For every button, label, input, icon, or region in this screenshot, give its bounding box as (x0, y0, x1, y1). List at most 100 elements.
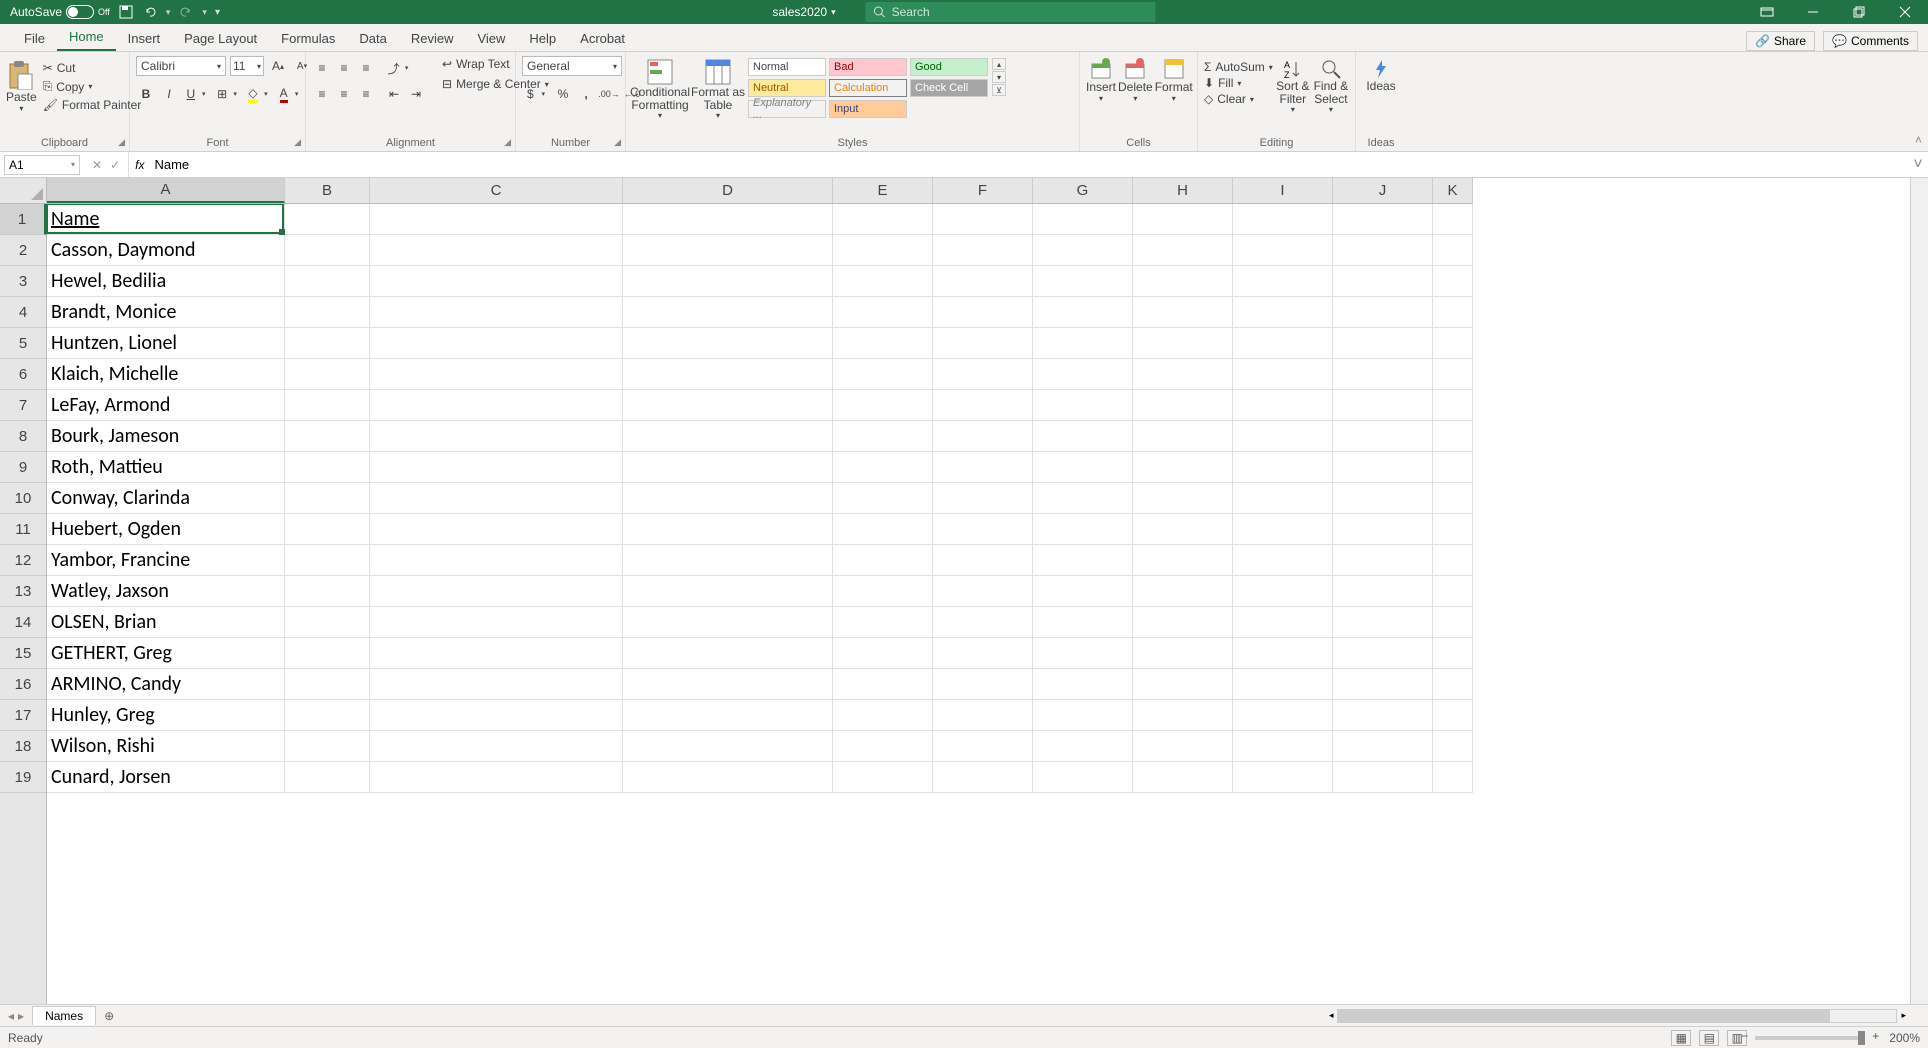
cell-C19[interactable] (370, 762, 623, 793)
cell-B12[interactable] (285, 545, 370, 576)
increase-decimal-icon[interactable]: .00→ (599, 84, 619, 104)
cell-F17[interactable] (933, 700, 1033, 731)
autosave-toggle[interactable]: AutoSave Off (10, 5, 110, 19)
cell-G10[interactable] (1033, 483, 1133, 514)
cell-G2[interactable] (1033, 235, 1133, 266)
cell-I2[interactable] (1233, 235, 1333, 266)
align-top-icon[interactable]: ≡ (312, 58, 332, 78)
cell-C1[interactable] (370, 204, 623, 235)
cells-area[interactable]: NameCasson, DaymondHewel, BediliaBrandt,… (47, 204, 1910, 1004)
cell-H16[interactable] (1133, 669, 1233, 700)
cell-B6[interactable] (285, 359, 370, 390)
cell-D12[interactable] (623, 545, 833, 576)
tab-insert[interactable]: Insert (116, 26, 173, 51)
cell-C9[interactable] (370, 452, 623, 483)
sheet-tab-names[interactable]: Names (32, 1006, 96, 1025)
cell-K15[interactable] (1433, 638, 1473, 669)
comments-button[interactable]: 💬 Comments (1823, 31, 1918, 51)
style-gallery-scroll[interactable]: ▴ ▾ ⊻ (992, 58, 1006, 97)
column-header-K[interactable]: K (1433, 178, 1473, 203)
share-button[interactable]: 🔗 Share (1746, 31, 1815, 51)
cell-A17[interactable]: Hunley, Greg (47, 700, 285, 731)
cell-D6[interactable] (623, 359, 833, 390)
cell-H17[interactable] (1133, 700, 1233, 731)
cell-F6[interactable] (933, 359, 1033, 390)
conditional-formatting-button[interactable]: Conditional Formatting▾ (632, 56, 688, 121)
tab-help[interactable]: Help (517, 26, 568, 51)
style-calculation[interactable]: Calculation (829, 79, 907, 97)
cell-I18[interactable] (1233, 731, 1333, 762)
cell-J5[interactable] (1333, 328, 1433, 359)
hscroll-right-icon[interactable]: ▸ (1897, 1010, 1910, 1021)
row-header-16[interactable]: 16 (0, 669, 46, 700)
cell-D2[interactable] (623, 235, 833, 266)
zoom-level[interactable]: 200% (1889, 1031, 1920, 1045)
cell-G11[interactable] (1033, 514, 1133, 545)
scroll-down-icon[interactable]: ▾ (992, 71, 1006, 83)
cell-C12[interactable] (370, 545, 623, 576)
cell-E1[interactable] (833, 204, 933, 235)
cell-B11[interactable] (285, 514, 370, 545)
cell-G7[interactable] (1033, 390, 1133, 421)
column-header-F[interactable]: F (933, 178, 1033, 203)
tab-review[interactable]: Review (399, 26, 466, 51)
cell-J1[interactable] (1333, 204, 1433, 235)
cell-H11[interactable] (1133, 514, 1233, 545)
row-header-19[interactable]: 19 (0, 762, 46, 793)
cell-D13[interactable] (623, 576, 833, 607)
cell-B9[interactable] (285, 452, 370, 483)
cell-E14[interactable] (833, 607, 933, 638)
cell-H4[interactable] (1133, 297, 1233, 328)
cell-J11[interactable] (1333, 514, 1433, 545)
cell-H5[interactable] (1133, 328, 1233, 359)
cell-J8[interactable] (1333, 421, 1433, 452)
cell-A12[interactable]: Yambor, Francine (47, 545, 285, 576)
cell-E5[interactable] (833, 328, 933, 359)
cell-J19[interactable] (1333, 762, 1433, 793)
cell-D3[interactable] (623, 266, 833, 297)
cell-E13[interactable] (833, 576, 933, 607)
delete-cells-button[interactable]: Delete▾ (1118, 56, 1153, 103)
cell-K1[interactable] (1433, 204, 1473, 235)
cell-J6[interactable] (1333, 359, 1433, 390)
cell-E9[interactable] (833, 452, 933, 483)
cell-E15[interactable] (833, 638, 933, 669)
column-header-C[interactable]: C (370, 178, 623, 203)
cell-C6[interactable] (370, 359, 623, 390)
cell-A8[interactable]: Bourk, Jameson (47, 421, 285, 452)
cell-B13[interactable] (285, 576, 370, 607)
cell-E12[interactable] (833, 545, 933, 576)
cell-K12[interactable] (1433, 545, 1473, 576)
cell-B7[interactable] (285, 390, 370, 421)
cell-B3[interactable] (285, 266, 370, 297)
horizontal-scrollbar[interactable] (1337, 1009, 1897, 1023)
row-header-5[interactable]: 5 (0, 328, 46, 359)
tab-home[interactable]: Home (57, 24, 116, 51)
cell-E3[interactable] (833, 266, 933, 297)
normal-view-icon[interactable]: ▦ (1671, 1030, 1691, 1046)
cell-G6[interactable] (1033, 359, 1133, 390)
cell-E2[interactable] (833, 235, 933, 266)
italic-button[interactable]: I (159, 84, 179, 104)
tab-formulas[interactable]: Formulas (269, 26, 347, 51)
tab-data[interactable]: Data (347, 26, 398, 51)
cell-D16[interactable] (623, 669, 833, 700)
cell-K4[interactable] (1433, 297, 1473, 328)
row-header-11[interactable]: 11 (0, 514, 46, 545)
cell-I6[interactable] (1233, 359, 1333, 390)
comma-button[interactable]: , (576, 84, 596, 104)
orientation-button[interactable]: ⤴▾ (384, 58, 412, 78)
cell-K3[interactable] (1433, 266, 1473, 297)
cell-H8[interactable] (1133, 421, 1233, 452)
cell-I8[interactable] (1233, 421, 1333, 452)
accounting-button[interactable]: $▾ (522, 84, 550, 104)
cell-G13[interactable] (1033, 576, 1133, 607)
cell-H15[interactable] (1133, 638, 1233, 669)
alignment-launcher-icon[interactable]: ◢ (504, 137, 511, 148)
style-explanatory[interactable]: Explanatory ... (748, 100, 826, 118)
cell-A11[interactable]: Huebert, Ogden (47, 514, 285, 545)
tab-view[interactable]: View (465, 26, 517, 51)
border-button[interactable]: ⊞▾ (213, 84, 241, 104)
cell-J13[interactable] (1333, 576, 1433, 607)
cell-K18[interactable] (1433, 731, 1473, 762)
